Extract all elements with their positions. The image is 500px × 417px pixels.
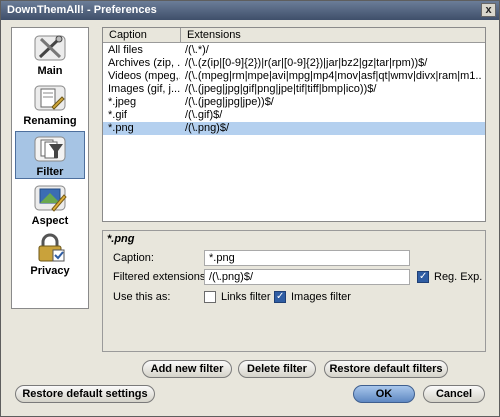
lock-icon <box>38 233 65 262</box>
column-header-caption[interactable]: Caption <box>103 28 181 42</box>
row-extensions: /(\.(jpeg|jpg|gif|png|jpe|tif|tiff|bmp|i… <box>185 83 377 95</box>
restore-filters-button[interactable]: Restore default filters <box>324 360 448 378</box>
sidebar-item-renaming[interactable]: Renaming <box>15 81 85 129</box>
filter-list[interactable]: Caption Extensions All files /(\.*)/ Arc… <box>102 27 486 222</box>
row-caption: Videos (mpeg,... <box>108 70 180 82</box>
caption-label: Caption: <box>113 252 154 264</box>
row-extensions: /(\.(jpeg|jpg|jpe))$/ <box>185 96 274 108</box>
images-filter-checkbox[interactable] <box>274 291 286 303</box>
table-row[interactable]: Images (gif, j... /(\.(jpeg|jpg|gif|png|… <box>103 83 485 96</box>
regexp-label: Reg. Exp. <box>434 271 483 283</box>
sidebar-item-privacy[interactable]: Privacy <box>15 231 85 279</box>
filter-list-header: Caption Extensions <box>103 28 485 43</box>
table-row[interactable]: All files /(\.*)/ <box>103 44 485 57</box>
row-caption: *.jpeg <box>108 96 137 108</box>
table-row[interactable]: *.jpeg /(\.(jpeg|jpg|jpe))$/ <box>103 96 485 109</box>
sidebar-item-label: Aspect <box>31 215 69 227</box>
add-filter-button[interactable]: Add new filter <box>142 360 232 378</box>
row-extensions: /(\.*)/ <box>185 44 209 56</box>
close-button[interactable]: x <box>481 3 496 17</box>
sidebar-item-main[interactable]: Main <box>15 31 85 79</box>
sidebar-item-label: Filter <box>36 166 64 178</box>
rename-icon <box>34 85 66 111</box>
row-extensions: /(\.(mpeg|rm|mpe|avi|mpg|mp4|mov|asf|qt|… <box>185 70 481 82</box>
sidebar-item-filter[interactable]: Filter <box>15 131 85 179</box>
sidebar-item-label: Main <box>37 65 63 77</box>
table-row[interactable]: *.gif /(\.gif)$/ <box>103 109 485 122</box>
links-filter-checkbox[interactable] <box>204 291 216 303</box>
filter-details-panel: *.png Caption: *.png Filtered extensions… <box>102 230 486 352</box>
row-caption: All files <box>108 44 143 56</box>
table-row-selected[interactable]: *.png /(\.png)$/ <box>103 122 485 135</box>
category-sidebar: Main Renaming Filter Aspect Privacy <box>11 27 89 309</box>
caption-field[interactable]: *.png <box>204 250 410 266</box>
restore-settings-button[interactable]: Restore default settings <box>15 385 155 403</box>
sidebar-item-label: Renaming <box>23 115 77 127</box>
images-filter-label: Images filter <box>291 291 351 303</box>
filter-icon <box>34 136 66 162</box>
column-header-extensions[interactable]: Extensions <box>181 28 485 42</box>
row-caption: Images (gif, j... <box>108 83 180 95</box>
row-caption: Archives (zip, ... <box>108 57 180 69</box>
extensions-field[interactable]: /(\.png)$/ <box>204 269 410 285</box>
sidebar-item-label: Privacy <box>30 265 70 277</box>
aspect-icon <box>34 185 67 212</box>
delete-filter-button[interactable]: Delete filter <box>238 360 316 378</box>
title-bar: DownThemAll! - Preferences x <box>1 1 499 20</box>
window-title: DownThemAll! - Preferences <box>7 4 157 16</box>
table-row[interactable]: Archives (zip, ... /(\.(z(ip|[0-9]{2})|r… <box>103 57 485 70</box>
table-row[interactable]: Videos (mpeg,... /(\.(mpeg|rm|mpe|avi|mp… <box>103 70 485 83</box>
row-caption: *.gif <box>108 109 127 121</box>
tools-icon <box>34 35 66 61</box>
row-caption: *.png <box>108 122 134 134</box>
cancel-button[interactable]: Cancel <box>423 385 485 403</box>
ok-button[interactable]: OK <box>353 385 415 403</box>
row-extensions: /(\.png)$/ <box>185 122 230 134</box>
sidebar-item-aspect[interactable]: Aspect <box>15 181 85 229</box>
regexp-checkbox[interactable] <box>417 271 429 283</box>
links-filter-label: Links filter <box>221 291 271 303</box>
row-extensions: /(\.(z(ip|[0-9]{2})|r(ar|[0-9]{2})|jar|b… <box>185 57 428 69</box>
details-heading: *.png <box>107 233 135 245</box>
use-as-label: Use this as: <box>113 291 171 303</box>
preferences-window: DownThemAll! - Preferences x Main Renami… <box>0 0 500 417</box>
extensions-label: Filtered extensions: <box>113 271 209 283</box>
row-extensions: /(\.gif)$/ <box>185 109 223 121</box>
